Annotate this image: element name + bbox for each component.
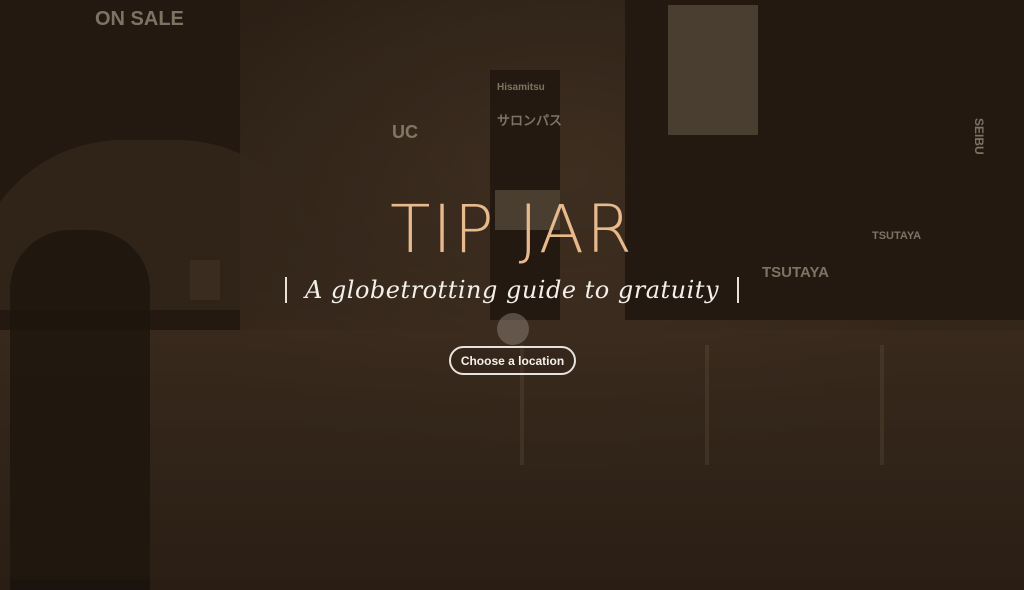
page-title: TIP JAR [390,191,634,268]
tagline-bar-right [737,277,740,303]
tagline: A globetrotting guide to gratuity [0,276,1024,304]
hero: TIP JAR A globetrotting guide to gratuit… [0,188,1024,304]
choose-location-button[interactable]: Choose a location [449,346,576,375]
tagline-text: A globetrotting guide to gratuity [304,276,720,304]
globe-icon [497,313,529,345]
tagline-bar-left [284,277,287,303]
